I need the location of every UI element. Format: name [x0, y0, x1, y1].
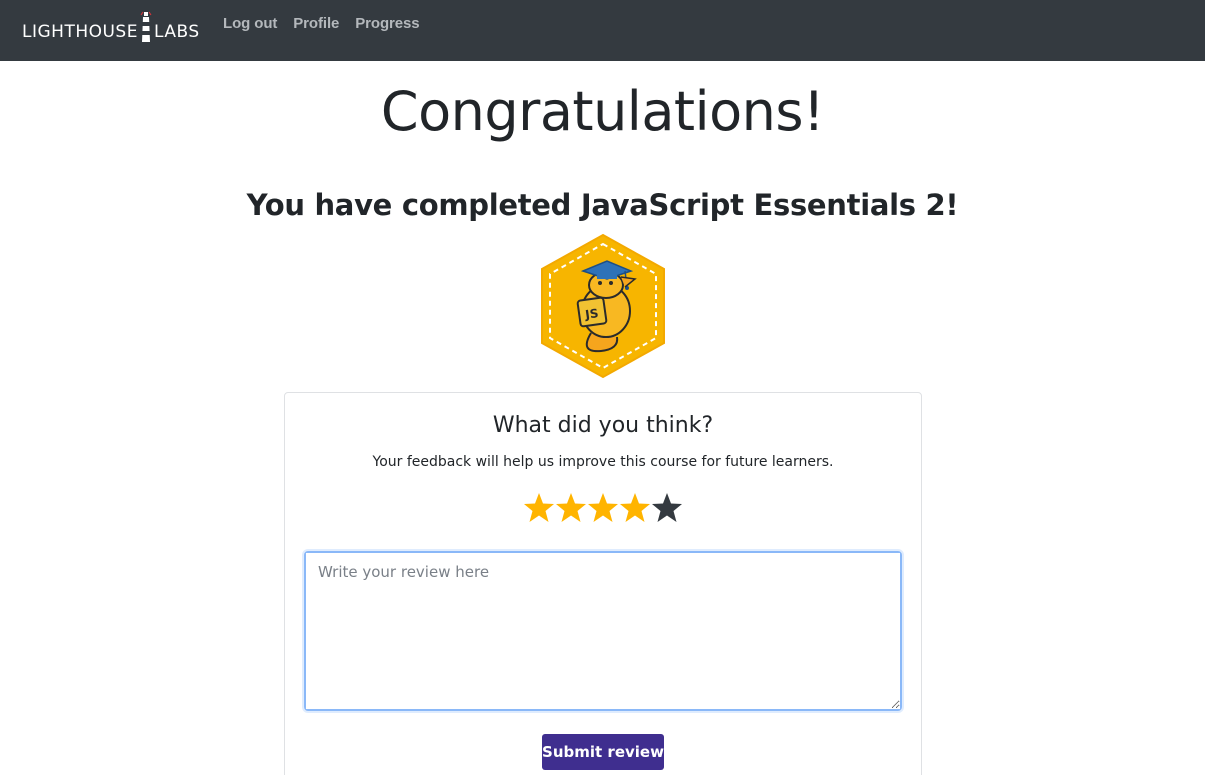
badge-js-text: JS — [583, 306, 599, 322]
feedback-description: Your feedback will help us improve this … — [372, 454, 834, 470]
nav-links: Log out Profile Progress — [223, 15, 420, 32]
star-4-icon[interactable] — [619, 491, 651, 525]
brand-text-left: LIGHTHOUSE — [22, 22, 138, 42]
submit-review-button[interactable]: Submit review — [542, 734, 664, 770]
lighthouse-icon — [140, 11, 152, 42]
page-title: Congratulations! — [380, 80, 825, 143]
star-2-icon[interactable] — [555, 491, 587, 525]
star-3-icon[interactable] — [587, 491, 619, 525]
feedback-card: What did you think? Your feedback will h… — [284, 392, 922, 775]
brand-text-right: LABS — [153, 22, 200, 42]
course-badge-icon: JS — [541, 233, 665, 379]
brand-logo[interactable]: LIGHTHOUSE LABS — [22, 9, 200, 43]
star-1-icon[interactable] — [523, 491, 555, 525]
nav-link-progress[interactable]: Progress — [355, 15, 419, 32]
feedback-heading: What did you think? — [492, 413, 714, 438]
review-textarea[interactable] — [306, 553, 900, 709]
completion-subtitle: You have completed JavaScript Essentials… — [246, 188, 959, 222]
top-navbar: LIGHTHOUSE LABS Log out Profile Progress — [0, 0, 1205, 61]
nav-link-logout[interactable]: Log out — [223, 15, 277, 32]
star-5-icon[interactable] — [651, 491, 683, 525]
review-field-wrapper — [304, 551, 902, 711]
nav-link-profile[interactable]: Profile — [293, 15, 339, 32]
star-rating — [285, 491, 921, 525]
